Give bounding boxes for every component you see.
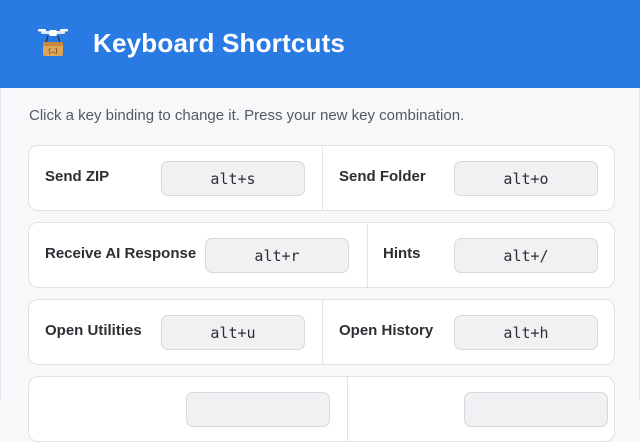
key-binding-send-folder[interactable]: alt+o xyxy=(454,161,598,196)
key-binding[interactable] xyxy=(464,392,608,427)
shortcut-row: Receive AI Response alt+r Hints alt+/ xyxy=(28,222,615,288)
key-binding-hints[interactable]: alt+/ xyxy=(454,238,598,273)
header: {…} Keyboard Shortcuts xyxy=(0,0,640,88)
drone-package-icon: {…} xyxy=(38,29,68,56)
row-divider xyxy=(367,223,368,287)
shortcut-label-send-zip: Send ZIP xyxy=(45,168,110,185)
page-title: Keyboard Shortcuts xyxy=(93,28,346,58)
shortcut-row: Open Utilities alt+u Open History alt+h xyxy=(28,299,615,365)
shortcut-label-open-utilities: Open Utilities xyxy=(45,322,142,339)
key-binding[interactable] xyxy=(186,392,330,427)
key-binding-send-zip[interactable]: alt+s xyxy=(161,161,305,196)
svg-text:{…}: {…} xyxy=(48,48,59,55)
shortcut-label-send-folder: Send Folder xyxy=(339,168,426,185)
shortcut-row xyxy=(28,376,615,442)
key-binding-open-utilities[interactable]: alt+u xyxy=(161,315,305,350)
main-content: Click a key binding to change it. Press … xyxy=(0,88,640,442)
shortcut-label-open-history: Open History xyxy=(339,322,434,339)
shortcut-label-hints: Hints xyxy=(383,245,421,262)
key-binding-open-history[interactable]: alt+h xyxy=(454,315,598,350)
row-divider xyxy=(322,300,323,364)
instructions-text: Click a key binding to change it. Press … xyxy=(29,107,465,124)
row-divider xyxy=(322,146,323,210)
shortcut-row: Send ZIP alt+s Send Folder alt+o xyxy=(28,145,615,211)
row-divider xyxy=(347,377,348,441)
key-binding-receive-ai-response[interactable]: alt+r xyxy=(205,238,349,273)
shortcut-label-receive-ai-response: Receive AI Response xyxy=(45,245,197,262)
